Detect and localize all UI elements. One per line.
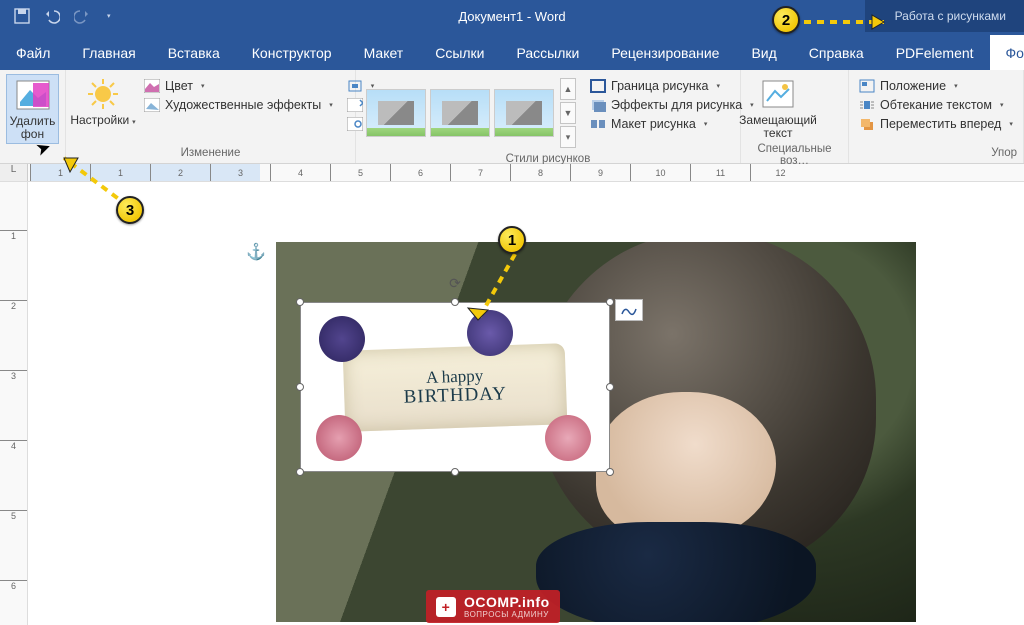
tab-view[interactable]: Вид: [735, 35, 792, 70]
tab-layout[interactable]: Макет: [348, 35, 420, 70]
tab-pdfelement[interactable]: PDFelement: [880, 35, 990, 70]
tab-insert[interactable]: Вставка: [152, 35, 236, 70]
ribbon: Удалить фон Настройки▾ Цвет▾ Художествен…: [0, 70, 1024, 164]
color-button[interactable]: Цвет▾: [140, 78, 337, 94]
picture-border-button[interactable]: Граница рисунка▾: [586, 78, 758, 94]
corrections-button[interactable]: Настройки▾: [72, 74, 134, 129]
undo-icon[interactable]: [44, 8, 60, 24]
gallery-down-button[interactable]: ▼: [560, 102, 576, 124]
corrections-label: Настройки: [70, 113, 129, 127]
tab-file[interactable]: Файл: [0, 35, 66, 70]
arrow-1: [460, 248, 530, 338]
picture-layout-button[interactable]: Макет рисунка▾: [586, 116, 758, 132]
save-icon[interactable]: [14, 8, 30, 24]
plus-icon: +: [436, 597, 456, 617]
quick-access-toolbar: ▾: [0, 8, 125, 24]
ribbon-tab-bar: Файл Главная Вставка Конструктор Макет С…: [0, 32, 1024, 70]
anchor-icon: ⚓: [246, 242, 266, 262]
wrap-text-button[interactable]: Обтекание текстом▾: [855, 97, 1017, 113]
gallery-more-button[interactable]: ▾: [560, 126, 576, 148]
resize-handle[interactable]: [296, 468, 304, 476]
watermark-badge: + OCOMP.info ВОПРОСЫ АДМИНУ: [426, 590, 560, 623]
horizontal-ruler[interactable]: L 1 1 2 3 4 5 6 7 8 9 10 11 12: [0, 164, 1024, 182]
redo-icon[interactable]: [74, 8, 90, 24]
callout-1: 1: [498, 226, 526, 254]
picture-styles-gallery[interactable]: ▲ ▼ ▾: [362, 74, 580, 152]
qat-more-icon[interactable]: ▾: [107, 12, 111, 20]
tab-mailings[interactable]: Рассылки: [501, 35, 596, 70]
picture-effects-button[interactable]: Эффекты для рисунка▾: [586, 97, 758, 113]
callout-3: 3: [116, 196, 144, 224]
tab-format[interactable]: Формат: [990, 35, 1024, 70]
style-thumb[interactable]: [494, 89, 554, 137]
layout-options-icon[interactable]: [615, 299, 643, 321]
tab-help[interactable]: Справка: [793, 35, 880, 70]
artistic-effects-button[interactable]: Художественные эффекты▾: [140, 97, 337, 113]
tab-review[interactable]: Рецензирование: [595, 35, 735, 70]
bring-forward-button[interactable]: Переместить вперед▾: [855, 116, 1017, 132]
remove-background-label: Удалить фон: [9, 115, 56, 141]
arrow-2: [800, 10, 900, 34]
style-thumb[interactable]: [366, 89, 426, 137]
selected-picture[interactable]: ⟳ A happyBIRTHDAY: [300, 302, 610, 472]
group-arrange-label: Упор: [855, 146, 1017, 161]
resize-handle[interactable]: [606, 383, 614, 391]
resize-handle[interactable]: [606, 468, 614, 476]
alt-text-label: Замещающий текст: [739, 114, 817, 140]
vertical-ruler[interactable]: 1 2 3 4 5 6: [0, 182, 28, 625]
card-text: A happyBIRTHDAY: [298, 298, 612, 477]
gallery-up-button[interactable]: ▲: [560, 78, 576, 100]
document-title: Документ1 - Word: [458, 9, 565, 24]
tab-design[interactable]: Конструктор: [236, 35, 348, 70]
ruler-corner: L: [0, 164, 28, 182]
resize-handle[interactable]: [451, 298, 459, 306]
callout-2: 2: [772, 6, 800, 34]
style-thumb[interactable]: [430, 89, 490, 137]
alt-text-button[interactable]: Замещающий текст: [747, 74, 809, 142]
remove-background-button[interactable]: Удалить фон: [6, 74, 59, 144]
position-button[interactable]: Положение▾: [855, 78, 1017, 94]
tab-home[interactable]: Главная: [66, 35, 151, 70]
tab-references[interactable]: Ссылки: [419, 35, 500, 70]
resize-handle[interactable]: [606, 298, 614, 306]
resize-handle[interactable]: [296, 298, 304, 306]
resize-handle[interactable]: [451, 468, 459, 476]
resize-handle[interactable]: [296, 383, 304, 391]
